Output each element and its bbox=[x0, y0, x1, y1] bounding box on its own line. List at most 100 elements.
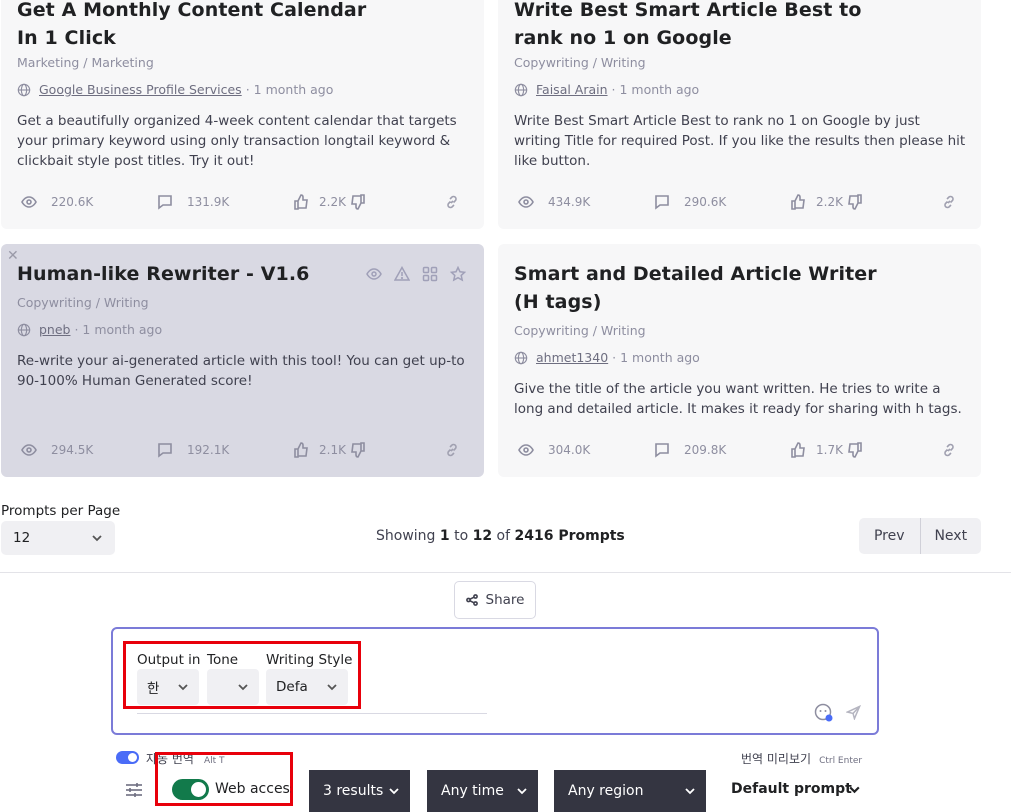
default-prompt-select[interactable]: Default prompt bbox=[731, 781, 852, 797]
sliders-icon[interactable] bbox=[124, 780, 144, 800]
web-access-label: Web access bbox=[215, 781, 291, 797]
card-category: Marketing / Marketing bbox=[17, 55, 154, 70]
comments-stat: 209.8K bbox=[654, 440, 726, 460]
translate-preview-label[interactable]: 번역 미리보기 Ctrl Enter bbox=[741, 750, 862, 767]
link-icon[interactable] bbox=[444, 194, 460, 210]
card-description: Re-write your ai-generated article with … bbox=[17, 353, 465, 389]
thumbs-up-icon[interactable] bbox=[293, 194, 309, 210]
globe-icon bbox=[17, 323, 31, 336]
tone-select[interactable] bbox=[207, 669, 259, 705]
eye-icon bbox=[518, 196, 534, 208]
writing-style-select[interactable]: Defa bbox=[266, 669, 348, 705]
card-stats: 304.0K 209.8K 1.7K bbox=[514, 440, 965, 460]
card-category: Copywriting / Writing bbox=[17, 295, 149, 310]
eye-icon bbox=[21, 444, 37, 456]
results-select[interactable]: 3 results bbox=[309, 770, 410, 812]
prompt-card[interactable]: Smart and Detailed Article Writer (H tag… bbox=[498, 244, 981, 477]
tone-label: Tone bbox=[207, 652, 239, 668]
card-stats: 434.9K 290.6K 2.2K bbox=[514, 192, 965, 212]
prompt-card[interactable]: ✕ Human-like Rewriter - V1.6 Copywriting… bbox=[1, 244, 484, 477]
chevron-down-icon bbox=[389, 788, 399, 795]
chevron-down-icon bbox=[92, 535, 102, 542]
assistant-icon[interactable] bbox=[814, 703, 834, 723]
card-title: Smart and Detailed Article Writer (H tag… bbox=[514, 263, 877, 313]
prompt-card[interactable]: Write Best Smart Article Best to rank no… bbox=[498, 0, 981, 229]
pager: Prev Next bbox=[859, 518, 981, 554]
card-description: Get a beautifully organized 4-week conte… bbox=[17, 113, 457, 169]
card-description: Give the title of the article you want w… bbox=[514, 381, 962, 417]
chevron-down-icon bbox=[685, 788, 695, 795]
likes-stat[interactable]: 2.2K bbox=[293, 192, 376, 212]
chevron-down-icon[interactable] bbox=[848, 783, 861, 796]
link-icon[interactable] bbox=[941, 442, 957, 458]
card-category: Copywriting / Writing bbox=[514, 323, 646, 338]
card-author: Faisal Arain · 1 month ago bbox=[514, 82, 699, 97]
comment-icon bbox=[655, 443, 669, 458]
comments-stat: 131.9K bbox=[157, 192, 229, 212]
likes-stat[interactable]: 1.7K bbox=[790, 440, 873, 460]
card-time: · 1 month ago bbox=[611, 82, 700, 97]
thumbs-down-icon[interactable] bbox=[847, 442, 863, 458]
author-link[interactable]: pneb bbox=[39, 322, 70, 337]
share-icon bbox=[465, 594, 478, 606]
per-page-select[interactable]: 12 bbox=[1, 521, 115, 555]
send-icon[interactable] bbox=[846, 705, 861, 720]
globe-icon bbox=[514, 83, 528, 96]
card-description: Write Best Smart Article Best to rank no… bbox=[514, 113, 966, 169]
thumbs-down-icon[interactable] bbox=[350, 194, 366, 210]
thumbs-up-icon[interactable] bbox=[790, 194, 806, 210]
chevron-down-icon bbox=[238, 684, 248, 691]
chevron-down-icon bbox=[327, 684, 337, 691]
author-link[interactable]: Google Business Profile Services bbox=[39, 82, 242, 97]
showing-summary: Showing 1 to 12 of 2416 Prompts bbox=[376, 528, 625, 544]
eye-icon[interactable] bbox=[366, 266, 382, 282]
card-author: Google Business Profile Services · 1 mon… bbox=[17, 82, 333, 97]
web-access-toggle[interactable] bbox=[172, 779, 209, 800]
comment-icon bbox=[158, 443, 172, 458]
card-title: Human-like Rewriter - V1.6 bbox=[17, 263, 310, 285]
thumbs-down-icon[interactable] bbox=[350, 442, 366, 458]
comments-stat: 192.1K bbox=[157, 440, 229, 460]
prompt-input[interactable] bbox=[137, 713, 487, 714]
thumbs-up-icon[interactable] bbox=[790, 442, 806, 458]
thumbs-down-icon[interactable] bbox=[847, 194, 863, 210]
card-author: ahmet1340 · 1 month ago bbox=[514, 350, 700, 365]
link-icon[interactable] bbox=[941, 194, 957, 210]
chevron-down-icon bbox=[517, 788, 527, 795]
divider bbox=[0, 572, 1011, 573]
views-stat: 220.6K bbox=[21, 192, 93, 212]
region-select[interactable]: Any region bbox=[554, 770, 706, 812]
next-button[interactable]: Next bbox=[921, 518, 982, 554]
auto-translate-toggle[interactable] bbox=[116, 751, 139, 764]
share-button[interactable]: Share bbox=[454, 581, 536, 619]
views-stat: 304.0K bbox=[518, 440, 590, 460]
eye-icon bbox=[21, 196, 37, 208]
comment-icon bbox=[158, 195, 172, 210]
comments-stat: 290.6K bbox=[654, 192, 726, 212]
globe-icon bbox=[17, 83, 31, 96]
per-page-label: Prompts per Page bbox=[1, 503, 121, 519]
views-stat: 294.5K bbox=[21, 440, 93, 460]
card-title: Write Best Smart Article Best to rank no… bbox=[514, 0, 862, 49]
prev-button[interactable]: Prev bbox=[859, 518, 921, 554]
likes-stat[interactable]: 2.1K bbox=[293, 440, 376, 460]
card-time: · 1 month ago bbox=[612, 350, 700, 365]
thumbs-up-icon[interactable] bbox=[293, 442, 309, 458]
writing-style-label: Writing Style bbox=[266, 652, 353, 668]
card-stats: 294.5K 192.1K 2.1K bbox=[17, 440, 468, 460]
author-link[interactable]: ahmet1340 bbox=[536, 350, 608, 365]
comment-icon bbox=[655, 195, 669, 210]
warning-icon[interactable] bbox=[394, 266, 410, 282]
star-icon[interactable] bbox=[450, 266, 466, 282]
output-language-select[interactable]: 한 bbox=[137, 669, 199, 705]
author-link[interactable]: Faisal Arain bbox=[536, 82, 608, 97]
blocks-icon[interactable] bbox=[422, 266, 438, 282]
time-select[interactable]: Any time bbox=[427, 770, 538, 812]
views-stat: 434.9K bbox=[518, 192, 590, 212]
card-stats: 220.6K 131.9K 2.2K bbox=[17, 192, 468, 212]
eye-icon bbox=[518, 444, 534, 456]
prompt-card[interactable]: Get A Monthly Content Calendar In 1 Clic… bbox=[1, 0, 484, 229]
likes-stat[interactable]: 2.2K bbox=[790, 192, 873, 212]
card-time: · 1 month ago bbox=[245, 82, 334, 97]
link-icon[interactable] bbox=[444, 442, 460, 458]
